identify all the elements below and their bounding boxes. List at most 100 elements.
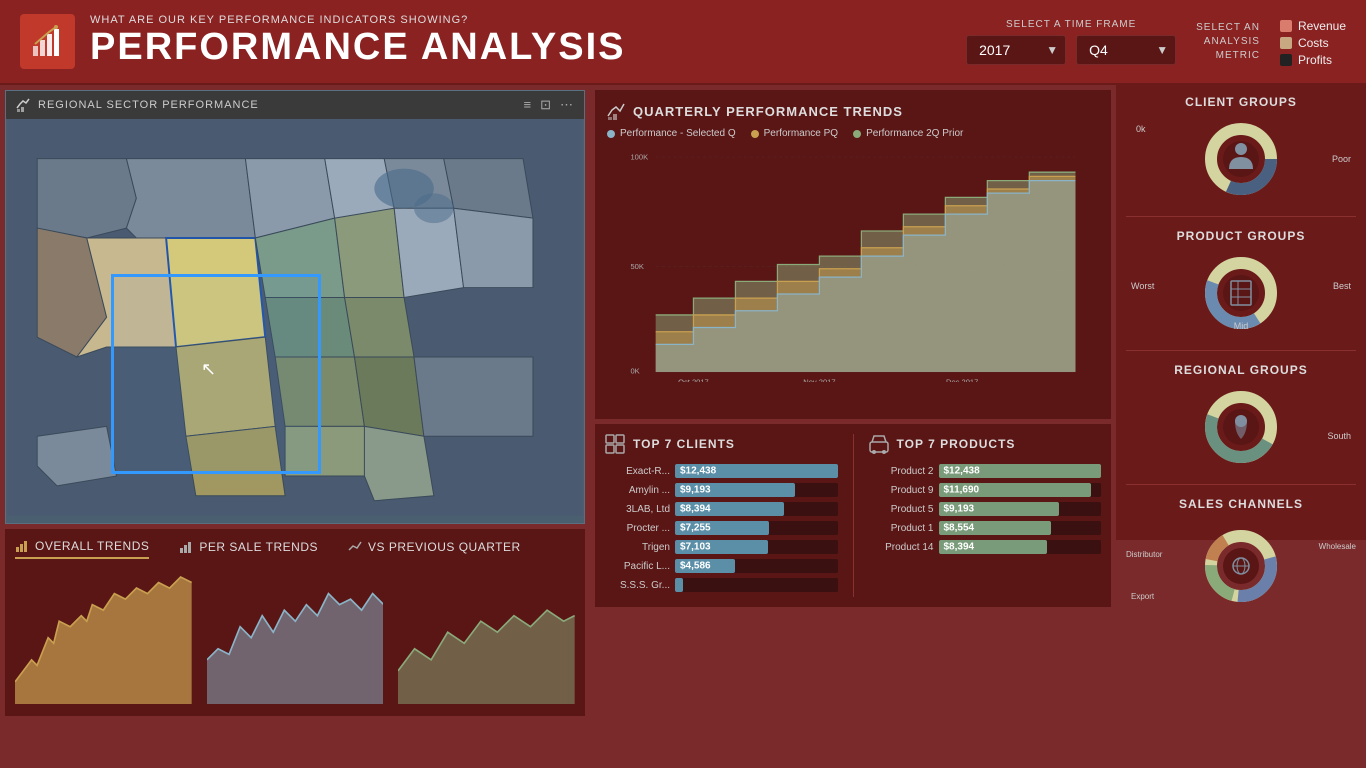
client-fill-6: [675, 578, 683, 592]
legend-box-revenue: [1280, 20, 1292, 32]
legend-pq: Performance PQ: [751, 128, 838, 139]
client-groups-label-poor: Poor: [1332, 154, 1351, 164]
panel-icon-expand[interactable]: ⊡: [540, 97, 552, 113]
map-panel-header: Regional Sector Performance ≡ ⊡ ⋯: [6, 91, 584, 119]
divider-3: [1126, 484, 1356, 485]
product-value-1: $11,690: [944, 485, 980, 496]
sales-channels-section: Sales Channels Distributor: [1126, 497, 1356, 616]
sales-channels-donut-svg: [1201, 526, 1281, 606]
product-fill-1: $11,690: [939, 483, 1092, 497]
client-name-3: Procter ...: [605, 523, 670, 534]
divider-1: [1126, 216, 1356, 217]
middle-column: Quarterly Performance Trends Performance…: [590, 85, 1116, 540]
overall-trends-label: Overall Trends: [35, 539, 149, 553]
legend-label-costs: Costs: [1298, 36, 1329, 50]
legend-item-costs: Costs: [1280, 36, 1346, 50]
client-track-0: $12,438: [675, 464, 838, 478]
year-dropdown[interactable]: 2015 2016 2017 2018: [966, 35, 1066, 65]
quarter-dropdown[interactable]: Q1 Q2 Q3 Q4: [1076, 35, 1176, 65]
client-track-6: [675, 578, 838, 592]
client-track-3: $7,255: [675, 521, 838, 535]
client-track-5: $4,586: [675, 559, 838, 573]
regional-groups-donut-row: South: [1126, 382, 1356, 472]
sales-channels-label-wholesale: Wholesale: [1319, 542, 1356, 551]
header-subtitle: What are our key performance indicators …: [90, 14, 625, 26]
client-fill-4: $7,103: [675, 540, 768, 554]
product-groups-donut-container: Worst Best Mid: [1126, 253, 1356, 333]
quarterly-title: Quarterly Performance Trends: [633, 104, 903, 119]
client-value-5: $4,586: [680, 561, 711, 572]
product-value-2: $9,193: [944, 504, 975, 515]
header-icon: [20, 14, 75, 69]
client-fill-3: $7,255: [675, 521, 769, 535]
client-fill-0: $12,438: [675, 464, 838, 478]
product-track-2: $9,193: [939, 502, 1102, 516]
client-fill-5: $4,586: [675, 559, 735, 573]
year-dropdown-wrapper: 2015 2016 2017 2018 ▼: [966, 35, 1066, 65]
products-panel: Top 7 Products Product 2 $12,438 Product…: [859, 424, 1112, 607]
panel-icon-more[interactable]: ⋯: [560, 97, 574, 113]
client-groups-donut-svg: [1201, 119, 1281, 199]
sales-channels-label-distributor: Distributor: [1126, 550, 1162, 559]
product-bar-2: Product 2 $12,438: [869, 464, 1102, 478]
time-frame-section: Select a Time Frame 2015 2016 2017 2018 …: [966, 19, 1176, 65]
product-bar-9: Product 9 $11,690: [869, 483, 1102, 497]
panel-icon-menu[interactable]: ≡: [524, 97, 533, 113]
product-track-4: $8,394: [939, 540, 1102, 554]
product-fill-2: $9,193: [939, 502, 1059, 516]
overall-trends-chart: [15, 569, 192, 707]
map-panel: Regional Sector Performance ≡ ⊡ ⋯: [5, 90, 585, 524]
regional-groups-label-south: South: [1327, 431, 1351, 441]
client-bar-3lab: 3LAB, Ltd $8,394: [605, 502, 838, 516]
per-sale-icon: [179, 540, 193, 554]
product-value-4: $8,394: [944, 542, 975, 553]
quarterly-chart-area: 100K 50K 0K: [607, 147, 1099, 382]
trend-charts: [15, 569, 575, 707]
svg-text:Nov 2017: Nov 2017: [803, 378, 835, 382]
trend-tabs: Overall Trends Per Sale Trends VS Previo…: [15, 539, 575, 559]
client-name-0: Exact-R...: [605, 466, 670, 477]
dot-pq: [751, 130, 759, 138]
client-track-4: $7,103: [675, 540, 838, 554]
client-groups-donut-container: 0k Poor: [1126, 119, 1356, 199]
tab-overall-trends[interactable]: Overall Trends: [15, 539, 149, 559]
sales-channels-title: Sales Channels: [1126, 497, 1356, 511]
product-track-3: $8,554: [939, 521, 1102, 535]
client-track-1: $9,193: [675, 483, 838, 497]
legend-items: Revenue Costs Profits: [1280, 19, 1346, 67]
product-fill-3: $8,554: [939, 521, 1051, 535]
client-value-1: $9,193: [680, 485, 711, 496]
legend-box-profits: [1280, 54, 1292, 66]
client-name-4: Trigen: [605, 542, 670, 553]
product-groups-title: Product Groups: [1126, 229, 1356, 243]
product-track-1: $11,690: [939, 483, 1102, 497]
tab-vs-previous[interactable]: VS Previous Quarter: [348, 539, 521, 559]
product-name-4: Product 14: [869, 542, 934, 553]
quarterly-icon: [607, 102, 625, 120]
vs-previous-icon: [348, 540, 362, 554]
clients-header: Top 7 Clients: [605, 434, 838, 454]
left-column: Regional Sector Performance ≡ ⊡ ⋯: [0, 85, 590, 540]
legend-item-revenue: Revenue: [1280, 19, 1346, 33]
map-body: ↖: [6, 119, 584, 516]
vs-previous-label: VS Previous Quarter: [368, 540, 521, 554]
client-bar-pacific: Pacific L... $4,586: [605, 559, 838, 573]
legend-box-costs: [1280, 37, 1292, 49]
dot-2q-prior: [853, 130, 861, 138]
tab-per-sale-trends[interactable]: Per Sale Trends: [179, 539, 318, 559]
legend-label-revenue: Revenue: [1298, 19, 1346, 33]
map-header-icon: [16, 98, 30, 112]
clients-icon: [605, 434, 625, 454]
panel-header-icons: ≡ ⊡ ⋯: [524, 97, 575, 113]
client-value-2: $8,394: [680, 504, 711, 515]
product-groups-section: Product Groups Worst Best Mi: [1126, 229, 1356, 338]
clients-title: Top 7 Clients: [633, 437, 735, 451]
product-name-1: Product 9: [869, 485, 934, 496]
per-sale-trends-chart: [207, 569, 384, 707]
regional-groups-donut-container: South: [1126, 387, 1356, 467]
analysis-section: SELECT ANANALYSISMETRIC: [1196, 21, 1260, 63]
products-icon: [869, 434, 889, 454]
sales-channels-donut-row: Distributor Wholesale Export: [1126, 516, 1356, 616]
client-fill-2: $8,394: [675, 502, 784, 516]
product-groups-label-worst: Worst: [1131, 281, 1154, 291]
